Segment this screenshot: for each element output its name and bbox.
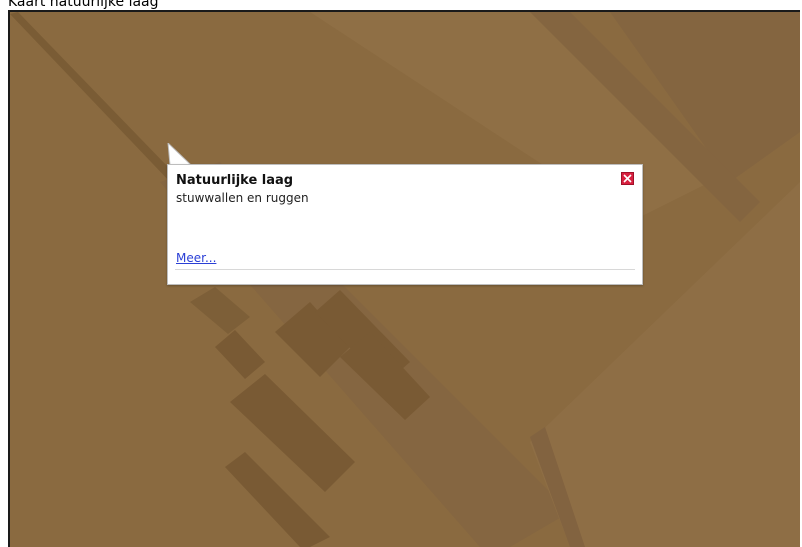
page-heading: Kaart natuurlijke laag xyxy=(8,0,159,10)
popup-value: stuwwallen en ruggen xyxy=(176,191,309,205)
popup-divider xyxy=(175,269,635,270)
feature-info-popup: Natuurlijke laag stuwwallen en ruggen Me… xyxy=(167,164,643,285)
close-icon[interactable] xyxy=(621,172,634,185)
popup-title: Natuurlijke laag xyxy=(176,173,294,188)
more-info-link[interactable]: Meer... xyxy=(176,251,216,265)
